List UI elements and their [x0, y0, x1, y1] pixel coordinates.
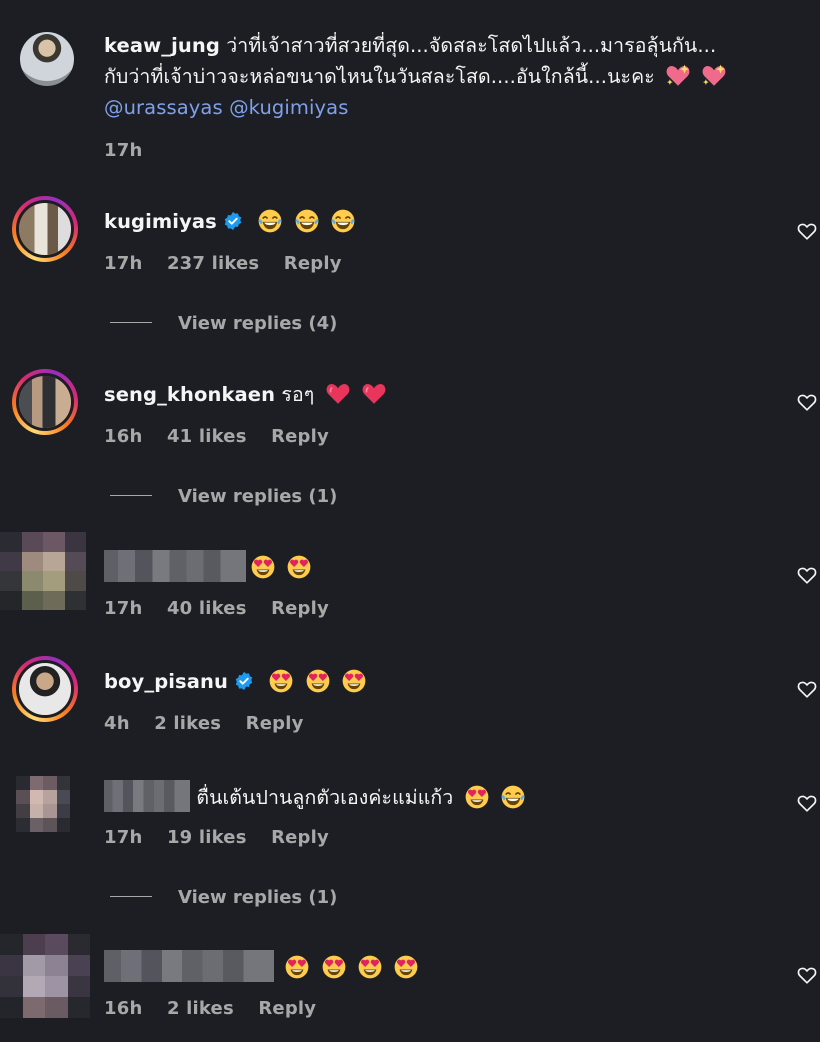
divider	[110, 494, 152, 496]
divider	[110, 895, 152, 897]
view-replies-label: View replies (4)	[178, 313, 338, 334]
blurred-username	[104, 550, 246, 582]
comment-text: รอๆ	[281, 383, 315, 406]
heart-outline-icon[interactable]	[796, 792, 818, 814]
heart-eyes-emoji-icon	[321, 954, 347, 980]
reply-button[interactable]: Reply	[246, 713, 304, 734]
comment-timestamp: 4h	[104, 713, 130, 734]
avatar[interactable]	[0, 934, 90, 1018]
avatar[interactable]	[0, 532, 86, 610]
reply-button[interactable]: Reply	[284, 253, 342, 274]
caption-comment: keaw_jung ว่าที่เจ้าสาวที่สวยที่สุด...จั…	[0, 0, 820, 180]
comment-likes[interactable]: 237 likes	[167, 253, 259, 274]
view-replies-button[interactable]: View replies (1)	[110, 486, 337, 507]
joy-emoji-icon	[257, 208, 283, 234]
heart-eyes-emoji-icon	[305, 668, 331, 694]
sparkling-heart-icon	[701, 63, 727, 89]
avatar[interactable]	[12, 656, 78, 722]
heart-eyes-emoji-icon	[357, 954, 383, 980]
comment-username[interactable]: kugimiyas	[104, 210, 217, 233]
reply-button[interactable]: Reply	[271, 426, 329, 447]
reply-button[interactable]: Reply	[271, 598, 329, 619]
red-heart-icon	[361, 381, 387, 407]
caption-text: keaw_jung ว่าที่เจ้าสาวที่สวยที่สุด...จั…	[104, 30, 790, 123]
heart-eyes-emoji-icon	[286, 554, 312, 580]
comment-username[interactable]: seng_khonkaen	[104, 383, 275, 406]
comment-item: 17h 40 likes Reply	[0, 532, 820, 632]
verified-badge-icon	[234, 671, 254, 691]
comment-item: boy_pisanu 4h 2 likes Reply	[0, 656, 820, 756]
comment-username[interactable]: boy_pisanu	[104, 670, 228, 693]
caption-line-1: ว่าที่เจ้าสาวที่สวยที่สุด...จัดสละโสดไปแ…	[226, 34, 717, 57]
comment-timestamp: 16h	[104, 426, 143, 447]
comment-likes[interactable]: 19 likes	[167, 827, 247, 848]
heart-eyes-emoji-icon	[464, 784, 490, 810]
heart-eyes-emoji-icon	[250, 554, 276, 580]
comment-timestamp: 17h	[104, 598, 143, 619]
comment-timestamp: 17h	[104, 253, 143, 274]
view-replies-button[interactable]: View replies (4)	[110, 313, 337, 334]
red-heart-icon	[325, 381, 351, 407]
heart-eyes-emoji-icon	[393, 954, 419, 980]
verified-badge-icon	[223, 211, 243, 231]
heart-outline-icon[interactable]	[796, 391, 818, 413]
heart-outline-icon[interactable]	[796, 678, 818, 700]
heart-eyes-emoji-icon	[268, 668, 294, 694]
comment-likes[interactable]: 41 likes	[167, 426, 247, 447]
caption-line-2: กับว่าที่เจ้าบ่าวจะหล่อขนาดไหนในวันสละโส…	[104, 65, 655, 88]
heart-eyes-emoji-icon	[341, 668, 367, 694]
joy-emoji-icon	[500, 784, 526, 810]
heart-outline-icon[interactable]	[796, 564, 818, 586]
avatar[interactable]	[12, 369, 78, 435]
avatar[interactable]	[16, 776, 70, 832]
comment-likes[interactable]: 2 likes	[167, 998, 234, 1019]
sparkling-heart-icon	[665, 63, 691, 89]
view-replies-label: View replies (1)	[178, 887, 338, 908]
view-replies-label: View replies (1)	[178, 486, 338, 507]
heart-outline-icon[interactable]	[796, 964, 818, 986]
comment-likes[interactable]: 40 likes	[167, 598, 247, 619]
caption-username[interactable]: keaw_jung	[104, 34, 220, 57]
joy-emoji-icon	[294, 208, 320, 234]
reply-button[interactable]: Reply	[258, 998, 316, 1019]
comment-text: ตื่นเต้นปานลูกตัวเองค่ะแม่แก้ว	[196, 786, 454, 809]
blurred-username	[104, 780, 190, 812]
reply-button[interactable]: Reply	[271, 827, 329, 848]
comment-item: 16h 2 likes Reply	[0, 930, 820, 1042]
avatar[interactable]	[12, 196, 78, 262]
comment-item: kugimiyas 17h 237 likes Reply View repli…	[0, 196, 820, 346]
heart-eyes-emoji-icon	[284, 954, 310, 980]
mention-link[interactable]: @urassayas	[104, 96, 223, 119]
comment-timestamp: 17h	[104, 827, 143, 848]
heart-outline-icon[interactable]	[796, 220, 818, 242]
comment-item: ตื่นเต้นปานลูกตัวเองค่ะแม่แก้ว 17h 19 li…	[0, 770, 820, 920]
caption-timestamp: 17h	[104, 140, 143, 161]
comment-timestamp: 16h	[104, 998, 143, 1019]
view-replies-button[interactable]: View replies (1)	[110, 887, 337, 908]
avatar[interactable]	[20, 32, 74, 86]
mention-link[interactable]: @kugimiyas	[229, 96, 348, 119]
joy-emoji-icon	[330, 208, 356, 234]
comment-item: seng_khonkaen รอๆ 16h 41 likes Reply Vie…	[0, 369, 820, 519]
comment-likes[interactable]: 2 likes	[154, 713, 221, 734]
divider	[110, 321, 152, 323]
blurred-username	[104, 950, 274, 982]
